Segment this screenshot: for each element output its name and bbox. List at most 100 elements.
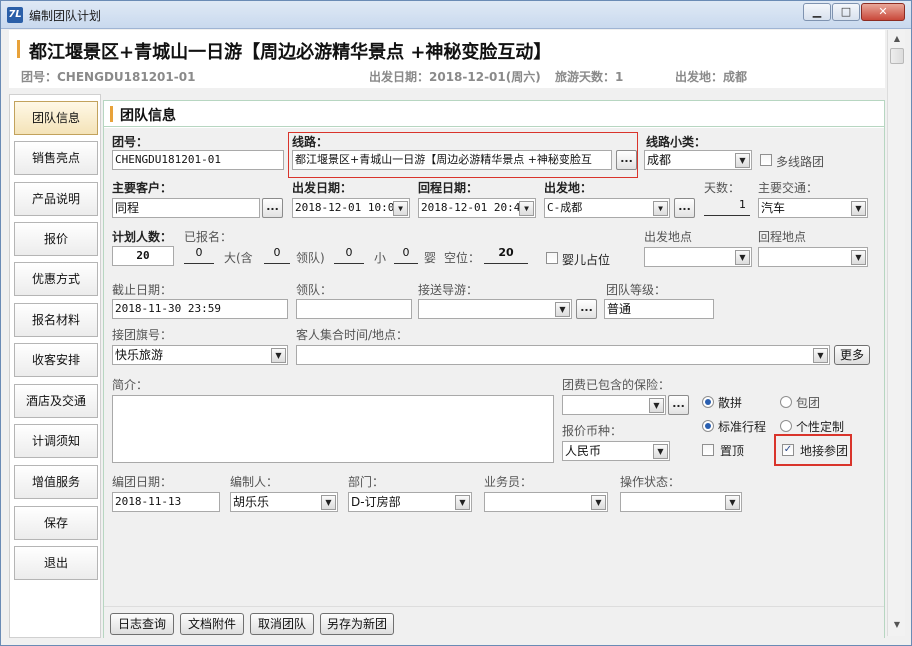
log-query-button[interactable]: 日志查询 — [110, 613, 174, 635]
vertical-scrollbar[interactable]: ▲ ▼ — [887, 30, 905, 636]
compile-date-input[interactable]: 2018-11-13 — [112, 492, 220, 512]
compiler-select[interactable]: 胡乐乐 ▼ — [230, 492, 338, 512]
group-no-label: 团号： — [112, 135, 149, 149]
sidebar-item-arrangement[interactable]: 收客安排 — [14, 343, 98, 377]
sidebar-item-value-added[interactable]: 增值服务 — [14, 465, 98, 499]
return-date-select[interactable]: 2018-12-01 20:40 ▼ — [418, 198, 536, 218]
save-as-new-button[interactable]: 另存为新团 — [320, 613, 394, 635]
scroll-down-icon[interactable]: ▼ — [890, 618, 904, 632]
exit-button[interactable]: 退出 — [14, 546, 98, 580]
meeting-select[interactable]: ▼ — [296, 345, 830, 365]
top-checkbox[interactable] — [702, 444, 714, 456]
cancel-group-button[interactable]: 取消团队 — [250, 613, 314, 635]
minimize-button[interactable]: ▁ — [803, 3, 831, 21]
dropdown-arrow-icon[interactable]: ▼ — [555, 302, 570, 317]
sidebar-item-team-info[interactable]: 团队信息 — [14, 101, 98, 135]
level-input[interactable]: 普通 — [604, 299, 714, 319]
flag-select[interactable]: 快乐旅游 ▼ — [112, 345, 288, 365]
radio-loose[interactable] — [702, 396, 714, 408]
intro-textarea[interactable] — [112, 395, 554, 463]
close-button[interactable]: ✕ — [861, 3, 905, 21]
radio-custom[interactable] — [780, 420, 792, 432]
dropdown-arrow-icon[interactable]: ▼ — [653, 201, 668, 216]
dropdown-arrow-icon[interactable]: ▼ — [653, 444, 668, 459]
staff-select[interactable]: ▼ — [484, 492, 608, 512]
customer-input[interactable]: 同程 — [112, 198, 260, 218]
scroll-up-icon[interactable]: ▲ — [890, 32, 904, 46]
insurance-select[interactable]: ▼ — [562, 395, 666, 415]
days-input[interactable]: 1 — [704, 196, 750, 216]
scroll-thumb[interactable] — [890, 48, 904, 64]
guide-picker-button[interactable]: ... — [576, 299, 597, 319]
infant-seat-checkbox[interactable] — [546, 252, 558, 264]
transport-value: 汽车 — [761, 201, 786, 215]
compiler-label: 编制人： — [230, 475, 279, 489]
sidebar-item-hotel-transport[interactable]: 酒店及交通 — [14, 384, 98, 418]
dropdown-arrow-icon[interactable]: ▼ — [519, 201, 534, 216]
origin-select[interactable]: C-成都 ▼ — [544, 198, 670, 218]
multi-route-label: 多线路团 — [776, 155, 825, 169]
radio-standard[interactable] — [702, 420, 714, 432]
meeting-label: 客人集合时间/地点： — [296, 328, 409, 342]
dropdown-arrow-icon[interactable]: ▼ — [851, 201, 866, 216]
child-count: 0 — [334, 244, 364, 264]
app-logo-icon: 7L — [7, 7, 23, 23]
intro-label: 简介： — [112, 378, 149, 392]
op-status-label: 操作状态： — [620, 475, 681, 489]
dropdown-arrow-icon[interactable]: ▼ — [725, 495, 740, 510]
route-input[interactable]: 都江堰景区+青城山一日游【周边必游精华景点 +神秘变脸互 — [292, 150, 612, 170]
leader2-input[interactable] — [296, 299, 412, 319]
radio-charter[interactable] — [780, 396, 792, 408]
group-header: 都江堰景区+青城山一日游【周边必游精华景点 +神秘变脸互动】 团号：CHENGD… — [9, 30, 885, 88]
deadline-label: 截止日期： — [112, 283, 173, 297]
title-bar: 7L 编制团队计划 ▁ □ ✕ — [1, 1, 911, 29]
dept-select[interactable]: D-订房部 ▼ — [348, 492, 472, 512]
dropdown-arrow-icon[interactable]: ▼ — [813, 348, 828, 363]
route-picker-button[interactable]: ... — [616, 150, 637, 170]
guide-label: 接送导游： — [418, 283, 479, 297]
sidebar-item-notes[interactable]: 计调须知 — [14, 424, 98, 458]
more-button[interactable]: 更多 — [834, 345, 870, 365]
header-days: 旅游天数：1 — [555, 70, 624, 84]
customer-picker-button[interactable]: ... — [262, 198, 283, 218]
local-join-checkbox[interactable]: ✓ — [782, 444, 794, 456]
days-label: 天数： — [704, 181, 741, 195]
panel-title: 团队信息 — [120, 108, 176, 124]
return-place-select[interactable]: ▼ — [758, 247, 868, 267]
save-button[interactable]: 保存 — [14, 506, 98, 540]
sidebar-item-highlights[interactable]: 销售亮点 — [14, 141, 98, 175]
flag-value: 快乐旅游 — [115, 348, 164, 362]
group-title: 都江堰景区+青城山一日游【周边必游精华景点 +神秘变脸互动】 — [29, 42, 552, 63]
dropdown-arrow-icon[interactable]: ▼ — [851, 250, 866, 265]
dropdown-arrow-icon[interactable]: ▼ — [321, 495, 336, 510]
depart-date-select[interactable]: 2018-12-01 10:00 ▼ — [292, 198, 410, 218]
guide-select[interactable]: ▼ — [418, 299, 572, 319]
origin-picker-button[interactable]: ... — [674, 198, 695, 218]
sidebar-item-quote[interactable]: 报价 — [14, 222, 98, 256]
insurance-picker-button[interactable]: ... — [668, 395, 689, 415]
sidebar-item-discount[interactable]: 优惠方式 — [14, 262, 98, 296]
attachments-button[interactable]: 文档附件 — [180, 613, 244, 635]
dropdown-arrow-icon[interactable]: ▼ — [455, 495, 470, 510]
level-label: 团队等级： — [606, 283, 667, 297]
dropdown-arrow-icon[interactable]: ▼ — [735, 250, 750, 265]
route-sub-select[interactable]: 成都 ▼ — [644, 150, 752, 170]
multi-route-checkbox[interactable] — [760, 154, 772, 166]
origin-value: C-成都 — [547, 201, 583, 214]
sidebar-item-product-desc[interactable]: 产品说明 — [14, 182, 98, 216]
transport-select[interactable]: 汽车 ▼ — [758, 198, 868, 218]
op-status-select[interactable]: ▼ — [620, 492, 742, 512]
dropdown-arrow-icon[interactable]: ▼ — [735, 153, 750, 168]
dropdown-arrow-icon[interactable]: ▼ — [271, 348, 286, 363]
dropdown-arrow-icon[interactable]: ▼ — [393, 201, 408, 216]
dropdown-arrow-icon[interactable]: ▼ — [649, 398, 664, 413]
sidebar-nav: 团队信息 销售亮点 产品说明 报价 优惠方式 报名材料 收客安排 酒店及交通 计… — [9, 94, 101, 638]
depart-place-select[interactable]: ▼ — [644, 247, 752, 267]
dropdown-arrow-icon[interactable]: ▼ — [591, 495, 606, 510]
maximize-button[interactable]: □ — [832, 3, 860, 21]
sidebar-item-materials[interactable]: 报名材料 — [14, 303, 98, 337]
deadline-input[interactable]: 2018-11-30 23:59 — [112, 299, 288, 319]
currency-select[interactable]: 人民币 ▼ — [562, 441, 670, 461]
group-no-input[interactable]: CHENGDU181201-01 — [112, 150, 284, 170]
plan-count-input[interactable]: 20 — [112, 246, 174, 266]
